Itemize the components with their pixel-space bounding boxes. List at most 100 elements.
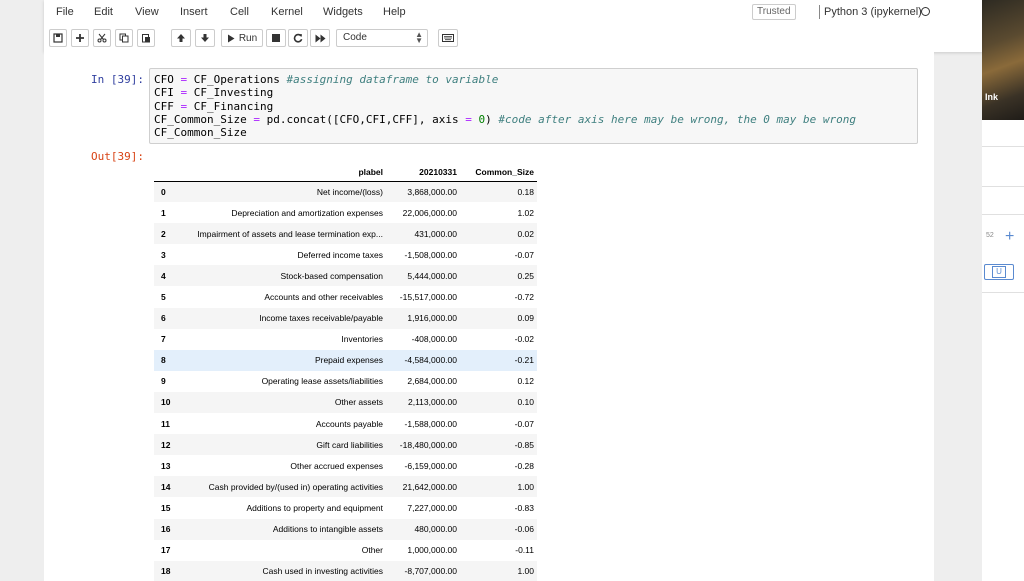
save-icon	[53, 33, 63, 43]
table-row: 3 Deferred income taxes -1,508,000.00 -0.07	[154, 244, 537, 265]
row-index: 17	[161, 545, 171, 556]
table-row: 11 Accounts payable -1,588,000.00 -0.07	[154, 413, 537, 434]
row-value: -1,588,000.00	[404, 418, 457, 429]
row-common-size: -0.72	[514, 292, 534, 303]
row-common-size: 0.25	[460, 265, 537, 287]
arrow-up-icon	[177, 34, 185, 42]
table-row: 9 Operating lease assets/liabilities 2,684…	[154, 371, 537, 392]
row-label: Stock-based compensation	[176, 265, 386, 287]
restart-run-all-button[interactable]	[310, 29, 330, 47]
kernel-name[interactable]: Python 3 (ipykernel)	[824, 6, 922, 18]
row-common-size: -0.11	[515, 545, 534, 556]
table-row: 7 Inventories -408,000.00 -0.02	[154, 329, 537, 350]
row-label: Prepaid expenses	[176, 349, 386, 371]
menu-cell[interactable]: Cell	[230, 6, 249, 18]
row-value: 3,868,000.00	[386, 181, 460, 203]
row-common-size: -0.28	[514, 460, 534, 471]
underline-icon: U	[992, 266, 1006, 278]
row-label: Inventories	[341, 334, 383, 345]
row-index: 2	[154, 223, 176, 245]
command-palette-button[interactable]	[438, 29, 458, 47]
row-label: Other assets	[176, 391, 386, 414]
row-label: Operating lease assets/liabilities	[261, 376, 383, 387]
row-index: 10	[154, 391, 176, 414]
restart-button[interactable]	[288, 29, 308, 47]
row-label: Deferred income taxes	[297, 249, 383, 260]
menu-insert[interactable]: Insert	[180, 6, 208, 18]
cut-button[interactable]	[93, 29, 111, 47]
fast-forward-icon	[315, 34, 325, 42]
run-button-label: Run	[238, 32, 258, 44]
divider	[982, 214, 1024, 215]
keyboard-icon	[442, 34, 454, 42]
row-common-size: 0.02	[460, 223, 537, 245]
stop-icon	[272, 34, 280, 42]
menu-widgets[interactable]: Widgets	[323, 6, 363, 18]
row-common-size: -0.02	[514, 334, 534, 345]
table-row: 2 Impairment of assets and lease terminat…	[154, 223, 537, 245]
row-common-size: 0.12	[517, 376, 534, 387]
row-index: 1	[161, 207, 166, 218]
arrow-down-icon	[201, 34, 209, 42]
row-index: 7	[161, 334, 166, 345]
row-label: Additions to intangible assets	[176, 518, 386, 540]
row-index: 9	[161, 376, 166, 387]
row-value: 480,000.00	[386, 518, 460, 540]
table-row: 4 Stock-based compensation 5,444,000.00 0.2…	[154, 265, 537, 287]
divider	[819, 5, 820, 19]
menu-file[interactable]: File	[56, 6, 74, 18]
output-prompt: Out[39]:	[91, 150, 144, 163]
toolbar: Run Code ▲ ▼	[44, 28, 982, 50]
code-line: CFF = CF_Financing	[154, 100, 913, 113]
select-arrows-icon: ▲ ▼	[415, 30, 423, 45]
row-value: 22,006,000.00	[402, 207, 457, 218]
row-common-size: -0.06	[460, 518, 537, 540]
interrupt-button[interactable]	[266, 29, 286, 47]
code-line-5: CF_Common_Size	[154, 126, 247, 140]
row-label: Cash provided by/(used in) operating act…	[176, 476, 386, 498]
row-common-size: -0.21	[460, 349, 537, 371]
row-index: 8	[154, 349, 176, 371]
row-common-size: -0.85	[460, 434, 537, 456]
table-row: 12 Gift card liabilities -18,480,000.00 -0.…	[154, 434, 537, 456]
code-cell-editor[interactable]: CFO = CF_Operations #assigning dataframe…	[149, 68, 918, 144]
row-value: -8,707,000.00	[386, 560, 460, 581]
scissors-icon	[97, 33, 107, 43]
row-common-size: 1.00	[460, 476, 537, 498]
move-up-button[interactable]	[171, 29, 191, 47]
copy-button[interactable]	[115, 29, 133, 47]
table-header-row: plabel 20210331 Common_Size	[154, 163, 537, 182]
background-photo	[982, 0, 1024, 120]
menu-kernel[interactable]: Kernel	[271, 6, 303, 18]
paste-button[interactable]	[137, 29, 155, 47]
table-row: 18 Cash used in investing activities -8,70…	[154, 560, 537, 581]
row-label: Cash used in investing activities	[176, 560, 386, 581]
row-label: Gift card liabilities	[176, 434, 386, 456]
cell-type-value: Code	[343, 32, 367, 43]
code-line-1: CFO = CF_Operations #assigning dataframe…	[154, 73, 499, 86]
menu-edit[interactable]: Edit	[94, 6, 113, 18]
row-value: 1,000,000.00	[407, 545, 457, 556]
code-line-4: CF_Common_Size = pd.concat([CFO,CFI,CFF]…	[154, 112, 857, 126]
save-button[interactable]	[49, 29, 67, 47]
column-header-value: 20210331	[386, 163, 460, 182]
row-common-size: -0.83	[514, 502, 534, 513]
row-index: 12	[154, 434, 176, 456]
insert-cell-button[interactable]	[71, 29, 89, 47]
run-button[interactable]: Run	[221, 29, 263, 47]
move-down-button[interactable]	[195, 29, 215, 47]
plus-icon[interactable]: +	[1005, 229, 1014, 245]
cell-type-select[interactable]: Code ▲ ▼	[336, 29, 428, 47]
trusted-badge[interactable]: Trusted	[752, 4, 796, 20]
table-row: 15 Additions to property and equipment 7,2…	[154, 497, 537, 518]
menu-view[interactable]: View	[135, 6, 159, 18]
menu-help[interactable]: Help	[383, 6, 406, 18]
code-line: CFO = CF_Operations #assigning dataframe…	[154, 73, 913, 86]
row-index: 3	[161, 249, 166, 260]
code-line-2: CFI = CF_Investing	[154, 86, 274, 100]
row-value: -408,000.00	[411, 334, 457, 345]
table-row: 17 Other 1,000,000.00 -0.11	[154, 540, 537, 561]
table-row: 8 Prepaid expenses -4,584,000.00 -0.21	[154, 349, 537, 371]
underline-button[interactable]: U	[984, 264, 1014, 280]
row-value: 2,113,000.00	[386, 391, 460, 414]
